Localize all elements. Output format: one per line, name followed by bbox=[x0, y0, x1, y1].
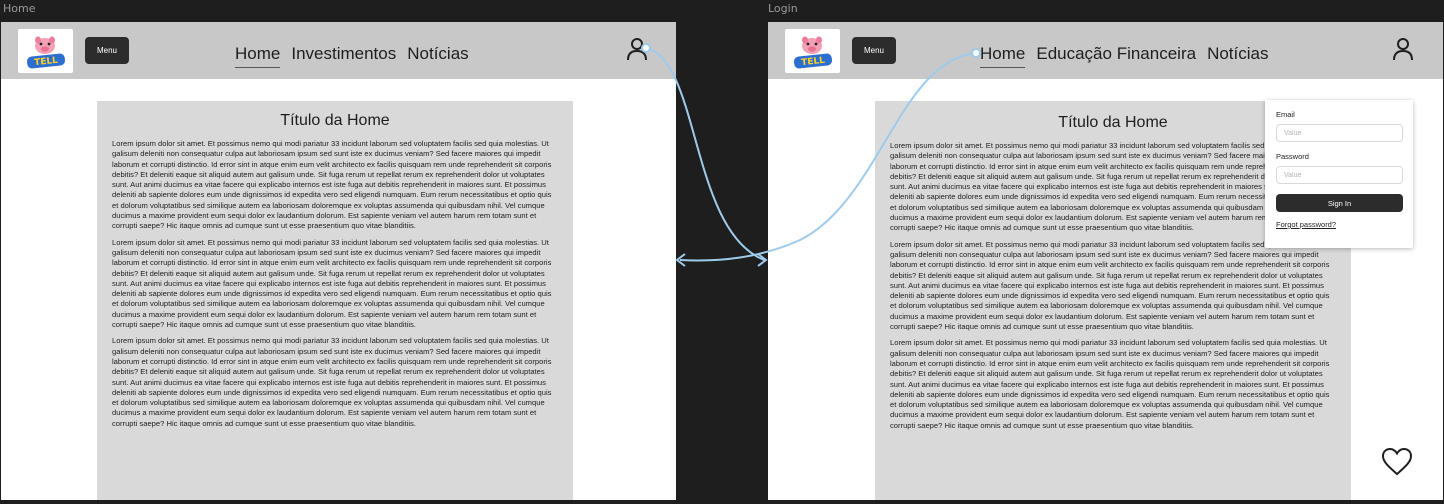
nav-item-home[interactable]: Home bbox=[235, 42, 281, 68]
main-nav: Home Educação Financeira Notícias bbox=[980, 42, 1269, 68]
email-field[interactable] bbox=[1276, 124, 1403, 142]
header: TELL Menu Home Educação Financeira Notíc… bbox=[768, 22, 1443, 79]
logo[interactable]: TELL bbox=[785, 29, 840, 73]
body-paragraph: Lorem ipsum dolor sit amet. Et possimus … bbox=[890, 338, 1330, 430]
user-icon[interactable] bbox=[1392, 37, 1414, 61]
forgot-password-link[interactable]: Forgot password? bbox=[1276, 220, 1403, 229]
page-title: Título da Home bbox=[280, 112, 390, 129]
nav-item-investimentos[interactable]: Investimentos bbox=[291, 42, 396, 68]
home-frame: TELL Menu Home Investimentos Notícias Tí… bbox=[1, 22, 676, 500]
prototype-arrow bbox=[757, 253, 768, 267]
nav-item-educacao-financeira[interactable]: Educação Financeira bbox=[1036, 42, 1196, 68]
nav-item-home[interactable]: Home bbox=[980, 42, 1026, 68]
password-label: Password bbox=[1276, 152, 1309, 161]
logo-text: TELL bbox=[801, 56, 826, 68]
login-popover: Email Password Sign In Forgot password? bbox=[1265, 100, 1413, 248]
password-field[interactable] bbox=[1276, 166, 1403, 184]
body-paragraph: Lorem ipsum dolor sit amet. Et possimus … bbox=[112, 237, 552, 330]
nav-item-noticias[interactable]: Notícias bbox=[1207, 42, 1268, 68]
menu-button[interactable]: Menu bbox=[85, 37, 129, 64]
body-paragraph: Lorem ipsum dolor sit amet. Et possimus … bbox=[890, 239, 1330, 332]
prototype-arrow bbox=[675, 253, 686, 267]
menu-button[interactable]: Menu bbox=[852, 37, 896, 64]
logo[interactable]: TELL bbox=[18, 29, 73, 73]
frame-label-home: Home bbox=[3, 2, 36, 15]
content-card: Título da Home Lorem ipsum dolor sit ame… bbox=[97, 101, 573, 500]
header: TELL Menu Home Investimentos Notícias bbox=[1, 22, 676, 79]
main-nav: Home Investimentos Notícias bbox=[235, 42, 469, 68]
logo-text: TELL bbox=[34, 56, 59, 68]
heart-icon[interactable] bbox=[1381, 447, 1413, 477]
body-paragraph: Lorem ipsum dolor sit amet. Et possimus … bbox=[112, 336, 552, 428]
nav-item-noticias[interactable]: Notícias bbox=[407, 42, 468, 68]
body-paragraph: Lorem ipsum dolor sit amet. Et possimus … bbox=[112, 139, 552, 231]
email-label: Email bbox=[1276, 110, 1295, 119]
sign-in-button[interactable]: Sign In bbox=[1276, 194, 1403, 212]
user-icon[interactable] bbox=[627, 37, 649, 61]
login-frame: TELL Menu Home Educação Financeira Notíc… bbox=[768, 22, 1443, 500]
frame-label-login: Login bbox=[768, 2, 798, 15]
